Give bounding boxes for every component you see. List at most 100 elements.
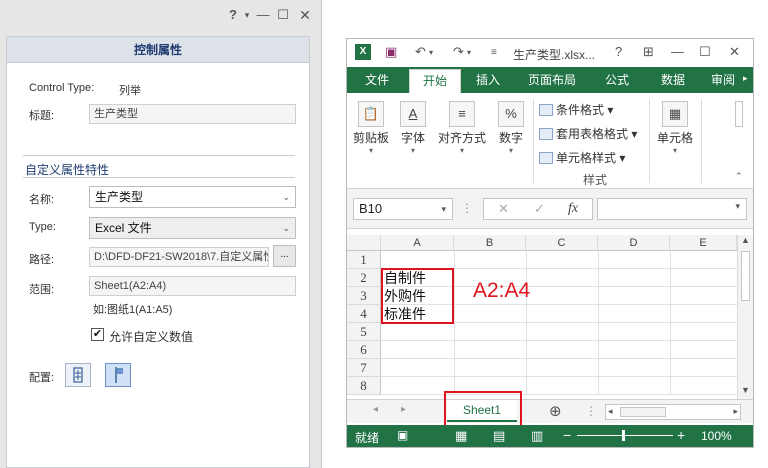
chevron-left-icon[interactable]: ◂ <box>373 404 378 415</box>
align-button[interactable]: ≡ 对齐方式 ▾ <box>435 101 489 155</box>
tab-review[interactable]: 审阅 <box>703 67 743 93</box>
row-header[interactable]: 8 <box>347 377 381 395</box>
row-header[interactable]: 6 <box>347 341 381 359</box>
font-button[interactable]: A 字体 ▾ <box>395 101 431 155</box>
page-break-view-icon[interactable]: ▥ <box>531 428 543 444</box>
ribbon-display-icon[interactable]: ⊞ <box>643 44 654 60</box>
row-header[interactable]: 3 <box>347 287 381 305</box>
column-header[interactable]: D <box>598 235 670 251</box>
cond-format-button[interactable]: 条件格式 ▾ <box>539 101 613 118</box>
excel-titlebar: X ▣ ↶ ▾ ↷ ▾ ≡ 生产类型.xlsx... ? ⊞ — ☐ ✕ <box>347 39 753 67</box>
divider <box>23 155 295 156</box>
tab-data[interactable]: 数据 <box>649 67 697 93</box>
property-panel: ? ▾ — ☐ ✕ 控制属性 Control Type: 列举 标题: 生产类型… <box>0 0 322 468</box>
gridline <box>381 376 737 377</box>
paste-button[interactable]: 📋 剪贴板 ▾ <box>351 101 391 155</box>
gridline <box>526 251 527 395</box>
tab-home[interactable]: 开始 <box>409 69 461 93</box>
normal-view-icon[interactable]: ▦ <box>455 428 467 444</box>
fx-icon[interactable]: fx <box>568 201 578 217</box>
redo-icon[interactable]: ↷ <box>453 44 464 60</box>
row-header[interactable]: 5 <box>347 323 381 341</box>
config-this-button[interactable] <box>105 363 131 387</box>
page-layout-view-icon[interactable]: ▤ <box>493 428 505 444</box>
help-icon[interactable]: ? <box>615 44 622 59</box>
sheet-tab-bar: ◂ ▸ Sheet1 ⊕ ⋮ ◂ ▸ <box>347 391 753 427</box>
column-header[interactable]: B <box>454 235 526 251</box>
number-button[interactable]: % 数字 ▾ <box>493 101 529 155</box>
title-field[interactable]: 生产类型 <box>89 104 296 124</box>
range-field[interactable]: Sheet1(A2:A4) <box>89 276 296 296</box>
chevron-down-icon[interactable]: ▾ <box>429 48 433 57</box>
panel-header: 控制属性 <box>7 37 309 63</box>
panel-body: 控制属性 Control Type: 列举 标题: 生产类型 自定义属性特性 名… <box>6 36 310 468</box>
config-label: 配置: <box>29 372 55 384</box>
config-all-button[interactable] <box>65 363 91 387</box>
minimize-icon[interactable]: — <box>671 44 684 59</box>
row-header[interactable]: 2 <box>347 269 381 287</box>
chevron-right-icon[interactable]: ▸ <box>733 406 738 417</box>
zoom-level[interactable]: 100% <box>701 429 732 443</box>
excel-window: X ▣ ↶ ▾ ↷ ▾ ≡ 生产类型.xlsx... ? ⊞ — ☐ ✕ 文件 … <box>346 38 754 448</box>
type-value: Excel 文件 <box>95 221 152 235</box>
chevron-down-icon: ▾ <box>368 146 373 155</box>
table-format-label: 套用表格格式 <box>556 127 629 141</box>
cancel-icon[interactable]: ✕ <box>498 201 509 217</box>
check-icon[interactable]: ✓ <box>534 201 545 217</box>
status-ready: 就绪 <box>355 431 380 445</box>
cell-style-icon <box>539 152 553 164</box>
zoom-slider-thumb[interactable] <box>622 430 625 441</box>
select-all-corner[interactable] <box>347 235 381 251</box>
scroll-thumb[interactable] <box>620 407 666 417</box>
close-icon[interactable]: ✕ <box>296 6 314 24</box>
chevron-right-icon[interactable]: ▸ <box>401 404 406 415</box>
allow-custom-checkbox[interactable]: ✔ <box>91 328 104 341</box>
row-header[interactable]: 7 <box>347 359 381 377</box>
zoom-slider[interactable] <box>577 435 673 436</box>
row-header[interactable]: 4 <box>347 305 381 323</box>
zoom-out-icon[interactable]: − <box>563 427 571 443</box>
name-combobox[interactable]: 生产类型 ⌄ <box>89 186 296 208</box>
scroll-thumb[interactable] <box>741 251 750 301</box>
path-field[interactable]: D:\DFD-DF21-SW2018\7.自定义属性 <box>89 247 269 267</box>
tab-file[interactable]: 文件 <box>347 67 407 93</box>
worksheet-grid[interactable]: A B C D E 1 2 3 4 5 6 7 8 自制件 外购件 标准件 A2… <box>347 235 737 395</box>
name-box[interactable]: B10 ▾ <box>353 198 453 220</box>
table-format-button[interactable]: 套用表格格式 ▾ <box>539 125 637 142</box>
column-header[interactable]: E <box>670 235 737 251</box>
close-icon[interactable]: ✕ <box>729 44 740 60</box>
vertical-scrollbar[interactable]: ▲ ▼ <box>737 235 753 399</box>
editing-button[interactable] <box>735 101 743 127</box>
formula-input[interactable]: ▾ <box>597 198 747 220</box>
chevron-left-icon[interactable]: ◂ <box>608 406 613 417</box>
chevron-down-icon: ▾ <box>459 146 464 155</box>
chevron-right-icon[interactable]: ▸ <box>743 73 748 84</box>
config-single-icon <box>115 367 123 383</box>
row-header[interactable]: 1 <box>347 251 381 269</box>
tab-insert[interactable]: 插入 <box>465 67 511 93</box>
column-header[interactable]: A <box>381 235 454 251</box>
tab-page-layout[interactable]: 页面布局 <box>517 67 587 93</box>
cell-style-button[interactable]: 单元格样式 ▾ <box>539 149 625 166</box>
minimize-icon[interactable]: — <box>254 6 272 24</box>
type-dropdown[interactable]: Excel 文件 ⌄ <box>89 217 296 239</box>
macro-record-icon[interactable]: ▣ <box>397 428 408 442</box>
divider <box>701 99 702 183</box>
zoom-in-icon[interactable]: + <box>677 427 685 443</box>
chevron-down-icon[interactable]: ▼ <box>741 385 750 395</box>
browse-button[interactable]: ... <box>273 245 296 267</box>
maximize-icon[interactable]: ☐ <box>274 6 292 24</box>
save-icon[interactable]: ▣ <box>385 44 397 60</box>
chevron-down-icon[interactable]: ▾ <box>467 48 471 57</box>
excel-logo-icon: X <box>355 44 371 60</box>
chevron-up-icon[interactable]: ▲ <box>741 235 750 245</box>
customize-icon[interactable]: ≡ <box>491 47 497 58</box>
add-sheet-icon[interactable]: ⊕ <box>549 402 562 420</box>
cells-button[interactable]: ▦ 单元格 ▾ <box>653 101 697 155</box>
column-header[interactable]: C <box>526 235 598 251</box>
tab-formulas[interactable]: 公式 <box>593 67 641 93</box>
undo-icon[interactable]: ↶ <box>415 44 426 60</box>
maximize-icon[interactable]: ☐ <box>699 44 711 60</box>
horizontal-scrollbar[interactable]: ◂ ▸ <box>605 404 741 420</box>
collapse-ribbon-icon[interactable]: ⌃ <box>735 171 743 182</box>
